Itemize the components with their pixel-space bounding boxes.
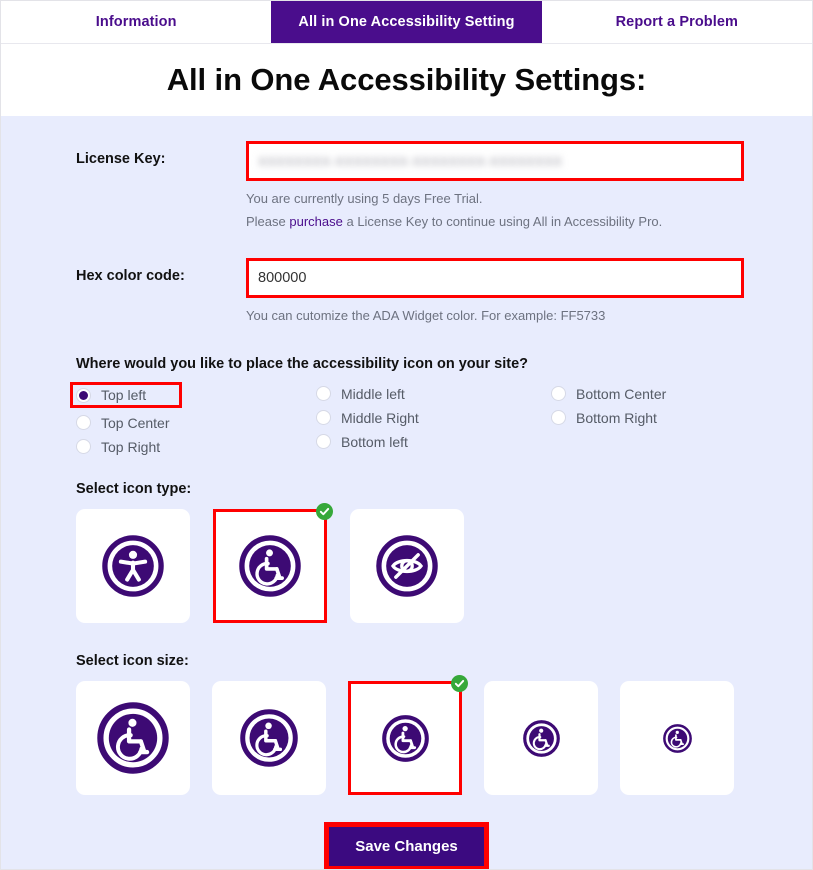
radio-top-center[interactable]: Top Center bbox=[76, 411, 316, 434]
tab-all-in-one-accessibility-setting[interactable]: All in One Accessibility Setting bbox=[271, 1, 542, 43]
icon-type-option-eye-slash[interactable] bbox=[350, 509, 464, 624]
radio-bottom-left[interactable]: Bottom left bbox=[316, 430, 551, 453]
wheelchair-icon bbox=[239, 535, 301, 598]
accessibility-settings-page: Information All in One Accessibility Set… bbox=[0, 0, 813, 870]
tab-report-a-problem[interactable]: Report a Problem bbox=[542, 1, 812, 43]
icon-type-option-wheelchair[interactable] bbox=[213, 503, 333, 624]
eye-slash-icon bbox=[376, 535, 438, 598]
radio-dot-icon bbox=[316, 410, 331, 426]
radio-top-right[interactable]: Top Right bbox=[76, 435, 316, 458]
save-area: Save Changes bbox=[1, 822, 812, 869]
icon-type-option-accessibility-person[interactable] bbox=[76, 509, 190, 624]
radio-label: Bottom Center bbox=[576, 385, 667, 402]
accessibility-person-icon bbox=[102, 535, 164, 598]
settings-panel: License Key: XXXXXXXX-XXXXXXXX-XXXXXXXX-… bbox=[1, 116, 812, 869]
hex-color-column: You can cutomize the ADA Widget color. F… bbox=[246, 257, 812, 326]
radio-label: Top left bbox=[101, 387, 147, 404]
icon-size-heading: Select icon size: bbox=[76, 653, 189, 670]
tab-bar: Information All in One Accessibility Set… bbox=[1, 1, 812, 44]
page-title-bar: All in One Accessibility Settings: bbox=[1, 44, 812, 116]
radio-label: Bottom left bbox=[341, 433, 408, 450]
wheelchair-icon bbox=[662, 723, 692, 753]
icon-size-option-5[interactable] bbox=[620, 681, 734, 796]
license-key-highlight: XXXXXXXX-XXXXXXXX-XXXXXXXX-XXXXXXXX bbox=[246, 141, 744, 181]
icon-type-options bbox=[1, 503, 812, 624]
radio-label: Top Center bbox=[101, 414, 170, 431]
radio-middle-left[interactable]: Middle left bbox=[316, 382, 551, 405]
radio-dot-icon bbox=[76, 415, 91, 431]
placement-column-2: Middle left Middle Right Bottom left bbox=[316, 382, 551, 459]
selected-check-icon bbox=[451, 675, 468, 693]
radio-dot-icon bbox=[316, 434, 331, 450]
radio-bottom-right[interactable]: Bottom Right bbox=[551, 406, 751, 429]
icon-size-option-2[interactable] bbox=[212, 681, 326, 796]
license-key-value: XXXXXXXX-XXXXXXXX-XXXXXXXX-XXXXXXXX bbox=[258, 153, 563, 169]
placement-column-1: Top left Top Center Top Right bbox=[70, 382, 316, 459]
wheelchair-icon bbox=[381, 714, 429, 762]
radio-label: Top Right bbox=[101, 438, 161, 455]
icon-size-options bbox=[1, 675, 812, 796]
purchase-prefix: Please bbox=[246, 214, 290, 230]
hex-color-highlight bbox=[246, 257, 744, 298]
hex-color-row: Hex color code: You can cutomize the ADA… bbox=[1, 233, 812, 326]
icon-size-option-3[interactable] bbox=[348, 675, 468, 796]
icon-size-option-4[interactable] bbox=[484, 681, 598, 796]
radio-middle-right[interactable]: Middle Right bbox=[316, 406, 551, 429]
radio-label: Middle Right bbox=[341, 409, 419, 426]
radio-dot-icon bbox=[551, 410, 566, 426]
license-key-row: License Key: XXXXXXXX-XXXXXXXX-XXXXXXXX-… bbox=[1, 116, 812, 233]
license-key-column: XXXXXXXX-XXXXXXXX-XXXXXXXX-XXXXXXXX You … bbox=[246, 141, 812, 233]
icon-type-heading: Select icon type: bbox=[76, 481, 192, 498]
save-changes-button[interactable]: Save Changes bbox=[329, 827, 484, 867]
tab-information[interactable]: Information bbox=[1, 1, 271, 43]
radio-label: Middle left bbox=[341, 385, 405, 402]
purchase-link[interactable]: purchase bbox=[289, 214, 342, 229]
license-key-label: License Key: bbox=[76, 151, 166, 167]
license-trial-text: You are currently using 5 days Free Tria… bbox=[246, 191, 483, 206]
license-purchase-text: Please purchase a License Key to continu… bbox=[246, 211, 744, 232]
selected-check-icon bbox=[316, 503, 333, 521]
radio-label: Bottom Right bbox=[576, 409, 657, 426]
radio-top-left[interactable]: Top left bbox=[70, 382, 182, 409]
wheelchair-icon bbox=[240, 709, 298, 768]
radio-bottom-center[interactable]: Bottom Center bbox=[551, 382, 751, 405]
radio-dot-icon bbox=[76, 439, 91, 455]
hex-color-help: You can cutomize the ADA Widget color. F… bbox=[246, 307, 606, 323]
wheelchair-icon bbox=[97, 702, 169, 775]
page-title: All in One Accessibility Settings: bbox=[166, 62, 647, 97]
placement-heading: Where would you like to place the access… bbox=[76, 356, 529, 373]
radio-dot-icon bbox=[316, 386, 331, 402]
placement-radio-group: Top left Top Center Top Right Middle lef… bbox=[1, 382, 812, 459]
radio-dot-icon bbox=[551, 386, 566, 402]
save-button-highlight: Save Changes bbox=[324, 822, 489, 869]
wheelchair-icon bbox=[522, 719, 560, 757]
icon-size-option-1[interactable] bbox=[76, 681, 190, 796]
radio-dot-icon bbox=[76, 387, 91, 403]
hex-color-input[interactable] bbox=[249, 260, 741, 295]
purchase-suffix: a License Key to continue using All in A… bbox=[342, 214, 663, 230]
hex-color-label: Hex color code: bbox=[76, 267, 185, 284]
placement-column-3: Bottom Center Bottom Right bbox=[551, 382, 751, 459]
license-key-input[interactable]: XXXXXXXX-XXXXXXXX-XXXXXXXX-XXXXXXXX bbox=[249, 144, 741, 178]
